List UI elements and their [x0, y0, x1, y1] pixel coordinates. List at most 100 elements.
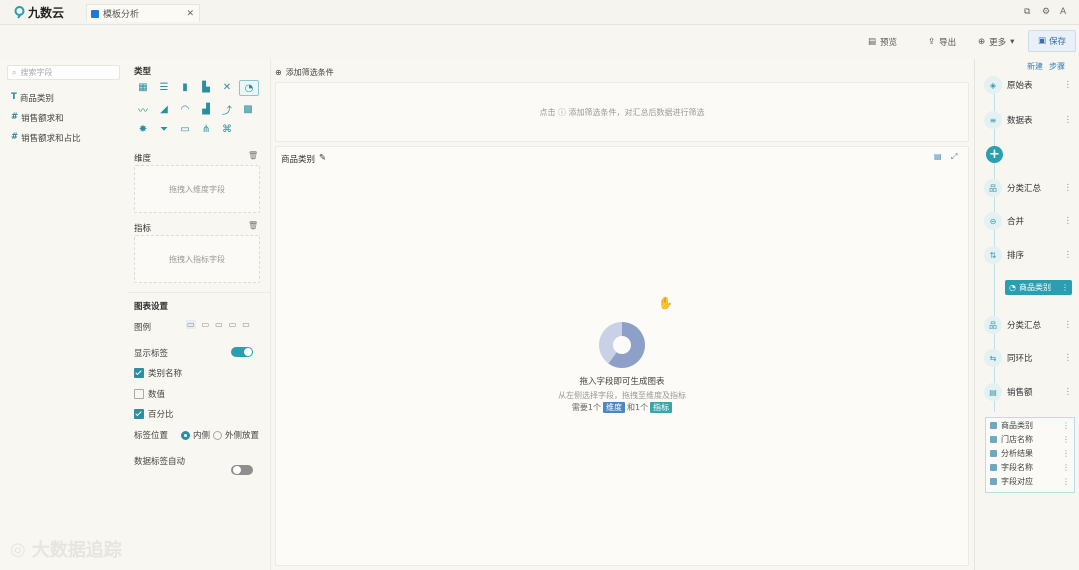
edit-icon[interactable]: ✎	[319, 153, 326, 165]
flow-node[interactable]: 品分类汇总 ⋮	[984, 316, 1072, 334]
kpi-card-icon[interactable]: ▭	[176, 122, 194, 136]
flow-list: 商品类别 ⋮ 门店名称 ⋮ 分析结果 ⋮ 字段名称 ⋮ 字段对应 ⋮	[985, 417, 1075, 493]
add-filter-label: 添加筛选条件	[285, 67, 334, 77]
field-item[interactable]: T 商品类别	[11, 92, 54, 104]
radar-icon[interactable]: ✸	[134, 122, 152, 136]
flow-node[interactable]: ≡ 数据表 ⋮	[984, 111, 1072, 129]
list-item-label: 字段名称	[1001, 462, 1033, 472]
list-item[interactable]: 字段名称 ⋮	[986, 460, 1074, 474]
flow-node-label: 销售额	[1007, 388, 1033, 398]
user-icon[interactable]: A	[1060, 7, 1066, 17]
list-item-label: 字段对应	[1001, 476, 1033, 486]
combo-chart-icon[interactable]: ▟	[197, 102, 215, 116]
auto-refresh-toggle[interactable]	[231, 465, 253, 475]
funnel-icon[interactable]: ⏷	[155, 122, 173, 136]
filter-area[interactable]: 点击 ⓘ 添加筛选条件，对汇总后数据进行筛选	[275, 82, 969, 142]
more-icon[interactable]: ⋮	[1062, 449, 1070, 458]
preview-button[interactable]: ▤ 预览	[868, 36, 897, 48]
more-icon[interactable]: ⋮	[1064, 353, 1073, 363]
bar-chart-icon[interactable]: ▮	[176, 80, 194, 94]
add-filter-button[interactable]: ⊕ 添加筛选条件	[275, 64, 967, 80]
radio-outside-label: 外侧放置	[225, 431, 260, 441]
table-chart-icon[interactable]: ▦	[134, 80, 152, 94]
more-icon[interactable]: ⋮	[1062, 463, 1070, 472]
area-chart-icon[interactable]: ◢	[155, 102, 173, 116]
line-chart-icon[interactable]: 〰	[134, 102, 152, 117]
more-icon[interactable]: ⋮	[1064, 80, 1073, 90]
table-view-icon[interactable]: ▤	[934, 152, 942, 161]
show-labels-toggle[interactable]	[231, 347, 253, 357]
more-icon[interactable]: ⋮	[1064, 216, 1073, 226]
tab-analysis[interactable]: 模板分析 ✕	[86, 4, 200, 22]
value-checkbox[interactable]: 数值	[134, 388, 165, 400]
gauge-icon[interactable]: ◠	[176, 102, 194, 116]
close-icon[interactable]: ✕	[186, 9, 194, 19]
radio-outside[interactable]: 外侧放置	[213, 429, 259, 441]
flow-node-label: 数据表	[1007, 116, 1033, 126]
fullscreen-icon[interactable]: ⤢	[951, 152, 957, 162]
more-icon[interactable]: ⋮	[1062, 477, 1070, 486]
legend-top-icon[interactable]: ▭	[186, 320, 196, 329]
list-item[interactable]: 分析结果 ⋮	[986, 446, 1074, 460]
add-step-button[interactable]: +	[986, 146, 1003, 163]
flow-steps-link[interactable]: 步骤	[1049, 61, 1065, 72]
flow-node[interactable]: ⇆ 同环比 ⋮	[984, 349, 1072, 367]
merge-icon: ⊖	[984, 212, 1002, 230]
list-item-icon	[990, 435, 997, 443]
value-placeholder: 拖拽入指标字段	[169, 254, 225, 264]
donut-chart-icon[interactable]: ◔	[239, 80, 259, 96]
more-icon[interactable]: ⋮	[1064, 183, 1073, 193]
flow-node[interactable]: ▤ 销售额 ⋮	[984, 383, 1072, 401]
export-button[interactable]: ⇪ 导出	[928, 36, 956, 48]
category-checkbox-label: 类别名称	[148, 369, 183, 379]
legend-left-icon[interactable]: ▭	[215, 320, 223, 329]
heatmap-icon[interactable]: ▩	[239, 102, 257, 116]
cross-table-icon[interactable]: ☰	[155, 80, 173, 94]
field-item[interactable]: # 销售额求和占比	[11, 132, 81, 144]
list-item-icon	[990, 477, 997, 485]
flow-node[interactable]: ⊖ 合并 ⋮	[984, 212, 1072, 230]
search-input[interactable]: ⌕ 搜索字段	[7, 65, 120, 80]
flow-node[interactable]: ⇅ 排序 ⋮	[984, 246, 1072, 264]
more-icon[interactable]: ⋮	[1064, 250, 1073, 260]
more-icon[interactable]: ⋮	[1064, 387, 1073, 397]
list-item[interactable]: 门店名称 ⋮	[986, 432, 1074, 446]
percent-checkbox[interactable]: 百分比	[134, 408, 174, 420]
more-icon[interactable]: ⋮	[1062, 435, 1070, 444]
legend-bottom-icon[interactable]: ▭	[229, 320, 237, 329]
map-icon[interactable]: ⌘	[218, 122, 236, 136]
more-icon[interactable]: ⋮	[1061, 283, 1069, 292]
more-icon[interactable]: ⋮	[1064, 115, 1073, 125]
stacked-bar-icon[interactable]: ▙	[197, 80, 215, 94]
tree-icon[interactable]: ⋔	[197, 122, 215, 136]
settings-icon[interactable]: ⚙	[1042, 7, 1050, 17]
delete-icon[interactable]: 🗑	[248, 221, 258, 230]
flow-node-active[interactable]: ◔ 商品类别 ⋮	[1005, 280, 1072, 295]
flow-node[interactable]: ◈ 原始表 ⋮	[984, 76, 1072, 94]
pin-icon[interactable]: ⧉	[1024, 7, 1030, 17]
dimension-dropzone[interactable]: 拖拽入维度字段	[134, 165, 260, 213]
category-checkbox[interactable]: 类别名称	[134, 367, 182, 379]
radio-inside[interactable]: 内侧	[181, 429, 210, 441]
more-icon[interactable]: ⋮	[1064, 320, 1073, 330]
trend-icon[interactable]: ⤴	[218, 102, 236, 117]
legend-none-icon[interactable]: ▭	[242, 320, 250, 329]
more-icon[interactable]: ⋮	[1062, 421, 1070, 430]
list-item[interactable]: 商品类别 ⋮	[986, 418, 1074, 432]
filter-empty-hint: 点击 ⓘ 添加筛选条件，对汇总后数据进行筛选	[539, 107, 705, 117]
export-icon: ⇪	[928, 37, 936, 47]
flow-node-label: 原始表	[1007, 81, 1033, 91]
value-dropzone[interactable]: 拖拽入指标字段	[134, 235, 260, 283]
more-button[interactable]: ⊕ 更多 ▾	[978, 36, 1014, 48]
flow-new-link[interactable]: 新建	[1027, 61, 1043, 72]
empty-subtitle: 从左侧选择字段，拖拽至维度及指标	[558, 391, 686, 400]
field-item[interactable]: # 销售额求和	[11, 112, 64, 124]
scatter-icon[interactable]: ✕	[218, 80, 236, 94]
save-button[interactable]: ▣ 保存	[1028, 30, 1076, 52]
flow-node[interactable]: 品分类汇总 ⋮	[984, 179, 1072, 197]
legend-right-icon[interactable]: ▭	[202, 320, 210, 329]
chart-title[interactable]: 商品类别 ✎	[281, 153, 326, 165]
delete-icon[interactable]: 🗑	[248, 151, 258, 160]
legend-label: 图例	[134, 323, 152, 333]
list-item[interactable]: 字段对应 ⋮	[986, 474, 1074, 488]
